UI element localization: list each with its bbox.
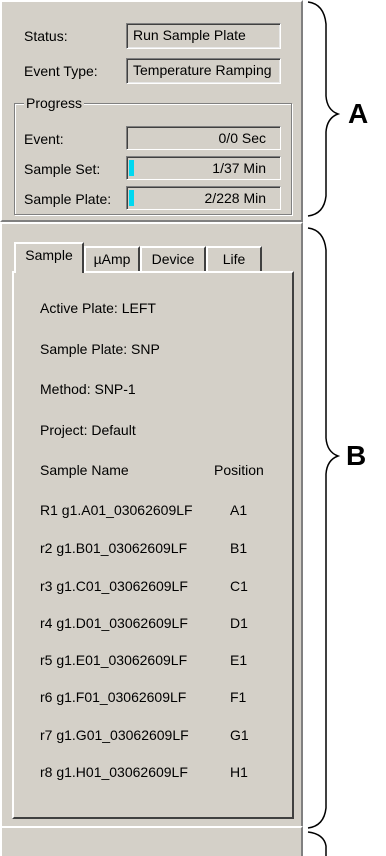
annotation-label-b: B [346, 440, 367, 471]
sample-name: r3 g1.C01_03062609LF [40, 578, 188, 594]
sample-name: r6 g1.F01_03062609LF [40, 689, 187, 705]
sample-position: C1 [230, 578, 248, 594]
tab-device[interactable]: Device [140, 246, 206, 272]
event-progress-label: Event: [24, 131, 64, 147]
sample-name: r7 g1.G01_03062609LF [40, 727, 189, 743]
event-type-label: Event Type: [24, 63, 98, 79]
sample-set-progress-bar: 1/37 Min [126, 156, 281, 180]
active-plate-text: Active Plate: LEFT [40, 300, 156, 316]
brace-c-icon [307, 831, 327, 856]
status-field: Run Sample Plate [126, 23, 281, 49]
brace-b-icon [307, 227, 341, 829]
brace-a-icon [307, 1, 341, 217]
status-panel: Status: Run Sample Plate Event Type: Tem… [0, 0, 303, 222]
sample-set-label: Sample Set: [24, 161, 101, 177]
event-progress-text: 0/0 Sec [218, 130, 266, 146]
position-header: Position [214, 462, 264, 478]
sample-position: D1 [230, 615, 248, 631]
annotation-label-a: A [348, 98, 369, 129]
sample-info-panel: Sample µAmp Device Life Active Plate: LE… [0, 222, 303, 832]
tab-life[interactable]: Life [206, 246, 262, 272]
sample-plate-progress-text: 2/228 Min [204, 190, 266, 206]
sample-name: r2 g1.B01_03062609LF [40, 540, 188, 556]
sample-position: H1 [230, 764, 248, 780]
sample-name: R1 g1.A01_03062609LF [40, 502, 193, 518]
sample-plate-text: Sample Plate: SNP [40, 341, 160, 357]
project-text: Project: Default [40, 422, 136, 438]
sample-name-header: Sample Name [40, 462, 129, 478]
event-progress-bar: 0/0 Sec [126, 126, 281, 150]
indicator-panel-body [0, 826, 303, 856]
status-label: Status: [24, 28, 68, 44]
sample-position: G1 [230, 727, 249, 743]
tab-sample[interactable]: Sample [14, 242, 84, 273]
sample-position: E1 [230, 652, 248, 668]
progress-group-title: Progress [24, 95, 85, 111]
sample-name: r8 g1.H01_03062609LF [40, 764, 188, 780]
annotation-braces [307, 1, 341, 856]
sample-position: A1 [230, 502, 248, 518]
sample-name: r4 g1.D01_03062609LF [40, 615, 188, 631]
method-text: Method: SNP-1 [40, 381, 136, 397]
sample-position: B1 [230, 540, 248, 556]
sample-name: r5 g1.E01_03062609LF [40, 652, 188, 668]
sample-plate-progress-bar: 2/228 Min [126, 186, 281, 210]
sample-plate-label: Sample Plate: [24, 191, 112, 207]
sample-position: F1 [230, 689, 247, 705]
sample-tab-content: Active Plate: LEFT Sample Plate: SNP Met… [12, 271, 294, 819]
event-type-field: Temperature Ramping [126, 58, 281, 84]
tab-uamp[interactable]: µAmp [84, 246, 140, 272]
sample-set-progress-text: 1/37 Min [212, 160, 266, 176]
